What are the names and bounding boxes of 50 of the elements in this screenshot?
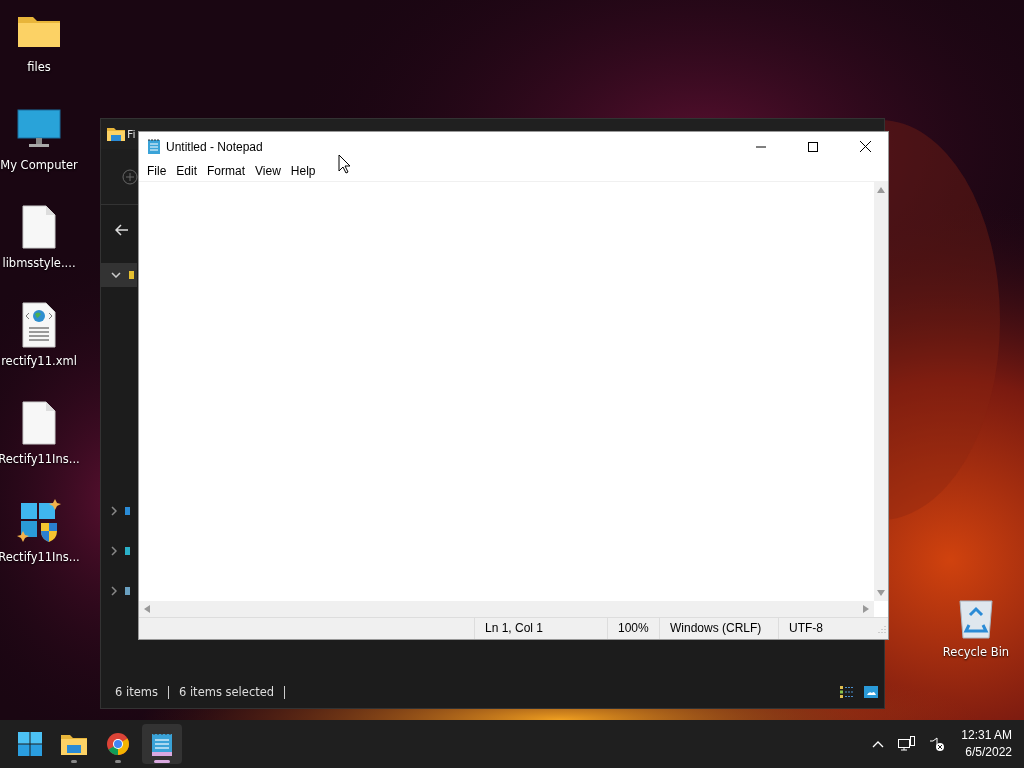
chevron-right-icon (111, 546, 117, 556)
desktop-icon-label: rectify11.xml (1, 354, 77, 368)
notepad-icon[interactable] (148, 139, 160, 154)
status-text: Windows (CRLF) (659, 618, 778, 639)
date-text: 6/5/2022 (965, 744, 1012, 761)
chevron-up-icon[interactable] (872, 740, 885, 748)
browser-icon (106, 732, 130, 756)
mouse-cursor-icon (338, 154, 351, 174)
window-title: Fi (127, 127, 136, 141)
time-text: 12:31 AM (961, 727, 1012, 744)
status-text: 100% (607, 618, 659, 639)
window-title: Untitled - Notepad (166, 139, 263, 154)
details-view-icon[interactable] (840, 686, 854, 698)
status-text: 6 items (115, 685, 158, 699)
folder-icon (61, 733, 87, 755)
menu-item[interactable]: Format (206, 164, 254, 178)
windows-logo-icon (18, 732, 42, 756)
chevron-right-icon (111, 506, 117, 516)
desktop-icon-label: Recycle Bin (942, 645, 1010, 659)
menu-item[interactable]: Edit (175, 164, 206, 178)
status-text: UTF-8 (778, 618, 878, 639)
menu-item[interactable]: File (146, 164, 175, 178)
status-text: Ln 1, Col 1 (474, 618, 607, 639)
nav-item[interactable] (101, 263, 137, 287)
tiles-view-icon[interactable] (864, 686, 878, 698)
close-icon (859, 141, 871, 152)
desktop-icon-label: Rectify11Ins... (0, 452, 80, 466)
speaker-muted-icon[interactable] (929, 736, 946, 752)
taskbar-app-button[interactable] (142, 724, 182, 764)
desktop-icon-label: My Computer (0, 158, 78, 172)
desktop-icon-label: libmsstyle.... (2, 256, 76, 270)
notepad-icon (152, 732, 172, 756)
desktop-icon-label: files (27, 60, 51, 74)
desktop-icon-label: Rectify11Ins... (0, 550, 80, 564)
resize-grip-icon[interactable] (878, 624, 886, 633)
status-text: 6 items selected (178, 685, 275, 699)
back-icon[interactable] (115, 224, 129, 236)
maximize-icon (808, 141, 818, 152)
windows-shield-icon[interactable] (17, 498, 61, 544)
xml-file-icon[interactable] (22, 302, 56, 348)
chevron-right-icon (111, 586, 117, 596)
chevron-down-icon (111, 272, 121, 278)
folder-icon[interactable] (107, 127, 125, 141)
document-icon[interactable] (22, 204, 56, 250)
document-icon[interactable] (22, 400, 56, 446)
menu-item[interactable]: View (254, 164, 289, 178)
clock[interactable]: 12:31 AM 6/5/2022 (945, 727, 1024, 761)
network-icon[interactable] (898, 736, 916, 752)
menu-item[interactable]: Help (289, 164, 324, 178)
recycle-bin-icon[interactable] (958, 597, 994, 639)
